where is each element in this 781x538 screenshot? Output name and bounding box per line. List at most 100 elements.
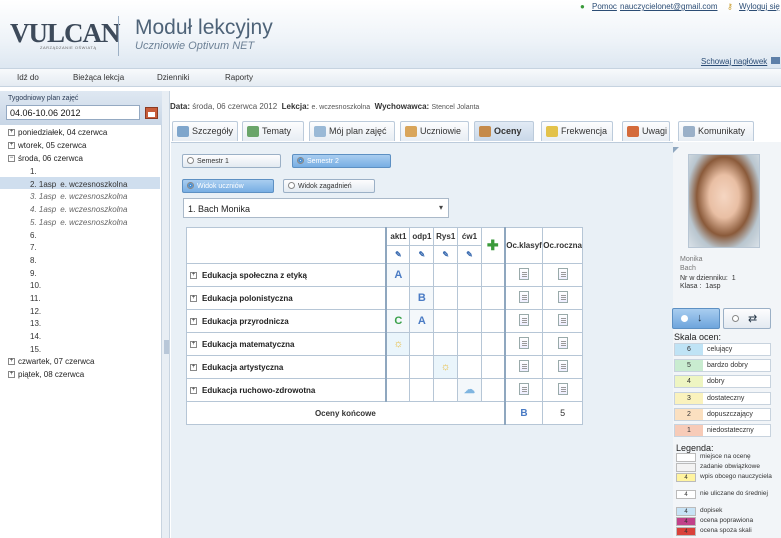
lesson-item[interactable]: 2. 1asp e. wczesnoszkolna [30, 180, 127, 189]
lesson-item[interactable]: 12. [30, 307, 45, 316]
column-header[interactable]: Rys1 [433, 227, 459, 246]
column-header[interactable]: akt1 [385, 227, 411, 246]
sort-toggle-inactive[interactable]: ⇄ [723, 308, 771, 329]
logout-link[interactable]: Wyloguj się [739, 2, 780, 11]
roczna-cell[interactable] [542, 286, 583, 310]
week-input[interactable]: 04.06-10.06 2012 [6, 105, 140, 120]
day-monday[interactable]: + poniedziałek, 04 czerwca [8, 128, 107, 137]
grade-cell[interactable] [457, 309, 482, 333]
lesson-item[interactable]: 15. [30, 345, 45, 354]
tab-details[interactable]: Szczegóły [172, 121, 238, 141]
roczna-cell[interactable] [542, 309, 583, 333]
grade-cell[interactable] [433, 286, 459, 310]
grade-cell[interactable] [409, 332, 435, 356]
lesson-item[interactable]: 8. [30, 256, 41, 265]
add-grade-cell[interactable] [480, 378, 506, 402]
tab-schedule[interactable]: Mój plan zajęć [309, 121, 395, 141]
edit-column-icon[interactable]: ✎ [457, 245, 482, 264]
klasyf-cell[interactable] [503, 355, 544, 379]
proposal-icon[interactable] [557, 314, 568, 326]
tab-attendance[interactable]: Frekwencja [541, 121, 613, 141]
add-grade-cell[interactable] [480, 332, 506, 356]
semester2-radio[interactable]: Semestr 2 [292, 154, 391, 168]
roczna-cell[interactable] [542, 332, 583, 356]
proposal-icon[interactable] [557, 383, 568, 395]
grade-cell[interactable] [457, 332, 482, 356]
grade-mark[interactable]: A [415, 314, 429, 328]
klasyf-cell[interactable] [503, 286, 544, 310]
user-email-link[interactable]: nauczycielonet@gmail.com [620, 2, 718, 11]
klasyf-cell[interactable] [503, 332, 544, 356]
expand-icon[interactable]: + [8, 142, 15, 150]
tab-students[interactable]: Uczniowie [400, 121, 469, 141]
grade-cell[interactable] [433, 309, 459, 333]
grade-cell[interactable]: ☁ [457, 378, 482, 402]
grade-cell[interactable] [385, 286, 411, 310]
grade-cell[interactable] [409, 378, 435, 402]
expand-icon[interactable]: + [8, 129, 15, 137]
panel-splitter[interactable] [162, 91, 170, 538]
tab-remarks[interactable]: Uwagi [622, 121, 670, 141]
grade-cell[interactable]: A [409, 309, 435, 333]
grade-cell[interactable] [457, 355, 482, 379]
tab-topics[interactable]: Tematy [242, 121, 304, 141]
expand-icon[interactable]: + [190, 271, 197, 279]
grade-cell[interactable] [385, 355, 411, 379]
proposal-icon[interactable] [557, 337, 568, 349]
help-link[interactable]: Pomoc [592, 2, 617, 11]
lesson-item[interactable]: 1. [30, 167, 41, 176]
grade-cell[interactable]: ☼ [433, 355, 459, 379]
proposal-icon[interactable] [557, 268, 568, 280]
hide-header-link[interactable]: Schowaj nagłówek [701, 57, 767, 66]
grade-mark[interactable]: A [391, 268, 405, 282]
expand-icon[interactable]: + [190, 340, 197, 348]
day-friday[interactable]: + piątek, 08 czerwca [8, 370, 84, 379]
lesson-item[interactable]: 4. 1asp e. wczesnoszkolna [30, 205, 127, 214]
lesson-item[interactable]: 7. [30, 243, 41, 252]
lesson-item[interactable]: 14. [30, 332, 45, 341]
menu-current-lesson[interactable]: Bieżąca lekcja [73, 73, 124, 82]
lesson-item[interactable]: 10. [30, 281, 45, 290]
add-grade-cell[interactable] [480, 309, 506, 333]
expand-icon[interactable]: + [8, 371, 15, 379]
proposal-icon[interactable] [519, 383, 530, 395]
day-tuesday[interactable]: + wtorek, 05 czerwca [8, 141, 86, 150]
semester1-radio[interactable]: Semestr 1 [182, 154, 281, 168]
proposal-icon[interactable] [519, 314, 530, 326]
edit-column-icon[interactable]: ✎ [433, 245, 459, 264]
add-grade-cell[interactable] [480, 263, 506, 287]
grade-cell[interactable] [433, 263, 459, 287]
grade-cell[interactable]: A [385, 263, 411, 287]
roczna-cell[interactable] [542, 378, 583, 402]
grade-cell[interactable] [433, 378, 459, 402]
grade-cell[interactable] [457, 286, 482, 310]
lesson-item[interactable]: 5. 1asp e. wczesnoszkolna [30, 218, 127, 227]
proposal-icon[interactable] [557, 360, 568, 372]
add-column-icon[interactable]: ✚ [480, 227, 506, 264]
view-topics-radio[interactable]: Widok zagadnień [283, 179, 375, 193]
roczna-cell[interactable] [542, 355, 583, 379]
lesson-item[interactable]: 13. [30, 319, 45, 328]
student-select[interactable]: 1. Bach Monika [183, 198, 449, 218]
roczna-cell[interactable] [542, 263, 583, 287]
sort-toggle-active[interactable]: ↓ [672, 308, 720, 329]
klasyf-cell[interactable] [503, 309, 544, 333]
proposal-icon[interactable] [519, 291, 530, 303]
lesson-item[interactable]: 6. [30, 231, 41, 240]
column-header[interactable]: ćw1 [457, 227, 482, 246]
expand-icon[interactable]: + [190, 386, 197, 394]
proposal-icon[interactable] [557, 291, 568, 303]
proposal-icon[interactable] [519, 360, 530, 372]
grade-cell[interactable]: C [385, 309, 411, 333]
tab-messages[interactable]: Komunikaty [678, 121, 754, 141]
lesson-item[interactable]: 11. [30, 294, 45, 303]
menu-journals[interactable]: Dzienniki [157, 73, 189, 82]
grade-cell[interactable] [385, 378, 411, 402]
klasyf-cell[interactable] [503, 263, 544, 287]
expand-icon[interactable]: + [8, 358, 15, 366]
grade-cell[interactable] [409, 263, 435, 287]
grade-mark[interactable]: ☼ [391, 337, 405, 351]
view-students-radio[interactable]: Widok uczniów [182, 179, 274, 193]
day-wednesday[interactable]: − środa, 06 czerwca [8, 154, 83, 163]
collapse-panel-icon[interactable] [164, 340, 169, 354]
